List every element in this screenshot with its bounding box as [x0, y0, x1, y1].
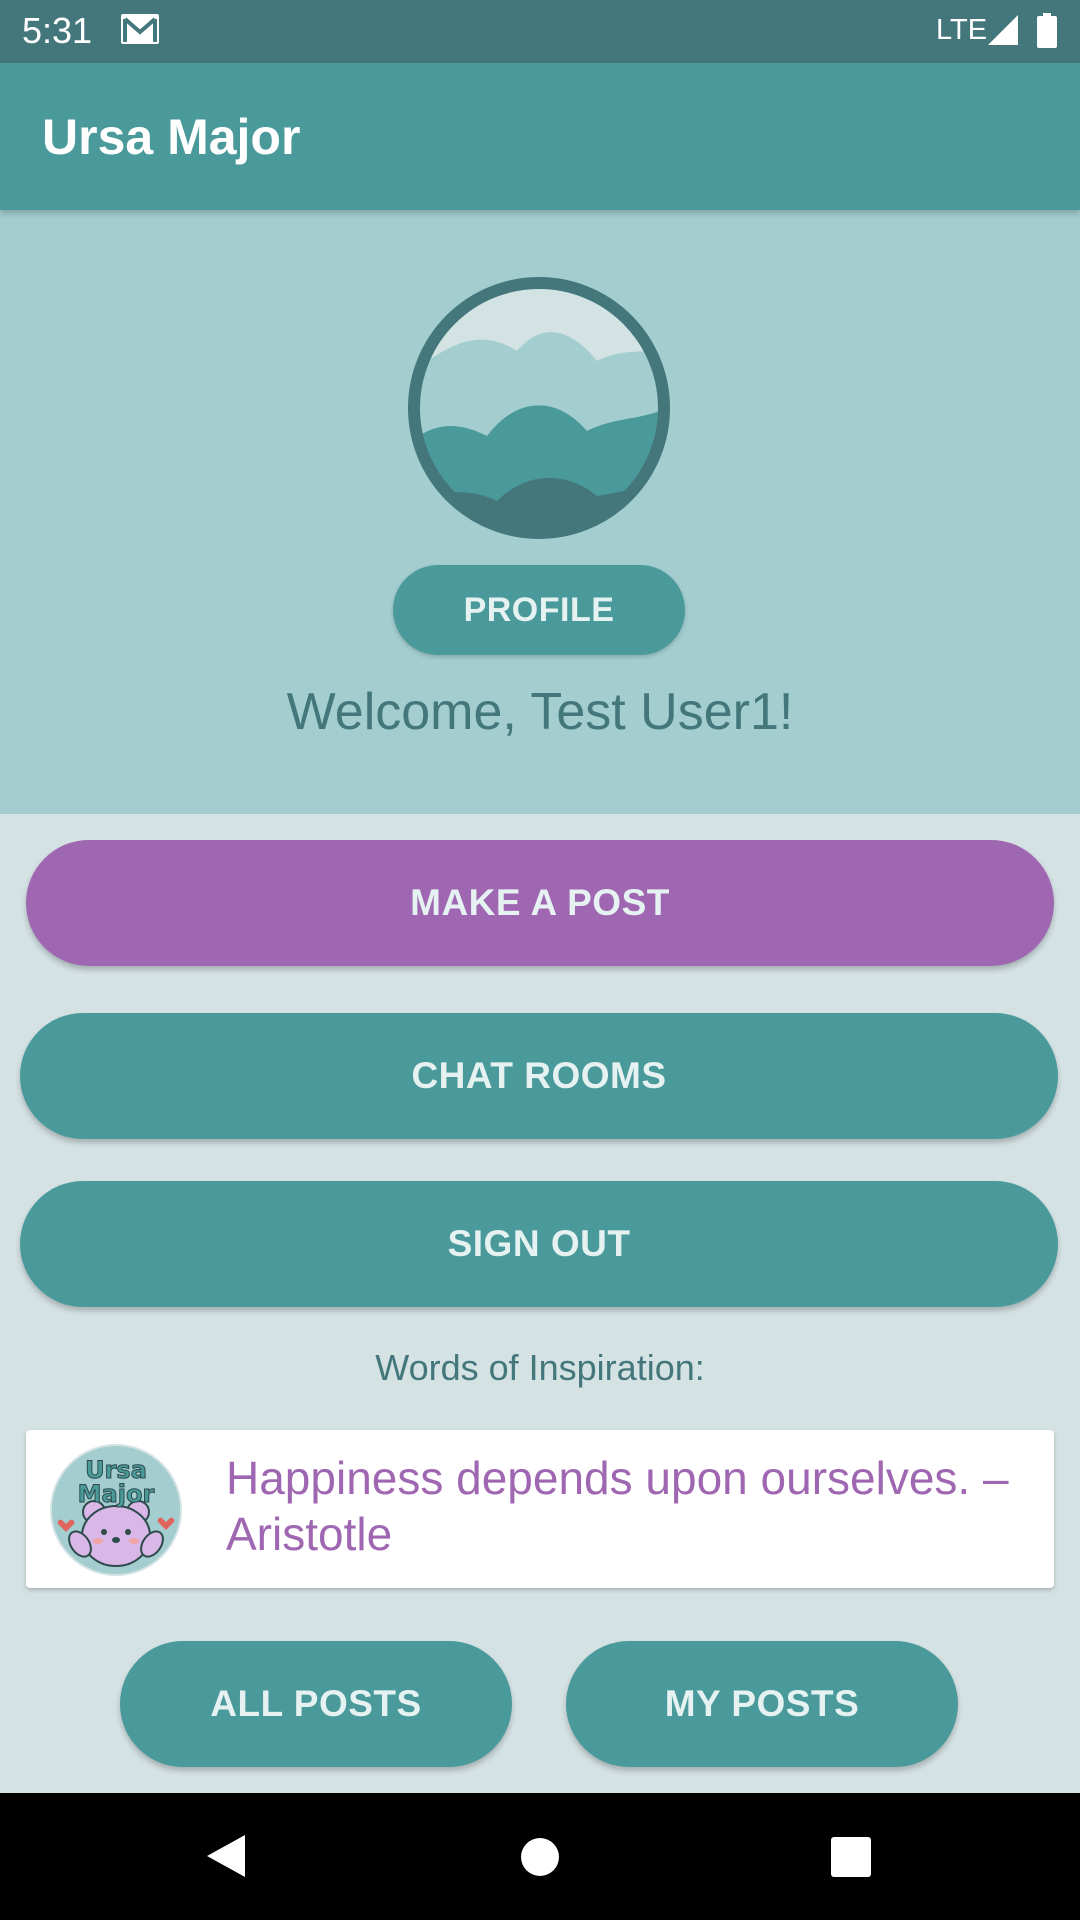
- all-posts-button[interactable]: ALL POSTS: [120, 1641, 512, 1767]
- app-bar: Ursa Major: [0, 63, 1080, 210]
- network-type-label: LTE: [936, 14, 988, 46]
- profile-button[interactable]: PROFILE: [393, 565, 685, 655]
- welcome-message: Welcome, Test User1!: [286, 683, 794, 741]
- home-icon[interactable]: [519, 1836, 561, 1883]
- recents-icon[interactable]: [830, 1836, 872, 1883]
- inspiration-label: Words of Inspiration:: [375, 1347, 705, 1388]
- app-title: Ursa Major: [42, 109, 301, 165]
- gmail-icon: [120, 12, 160, 51]
- my-posts-button[interactable]: MY POSTS: [566, 1641, 958, 1767]
- status-bar: 5:31 LTE: [0, 0, 1080, 63]
- system-nav-bar: [0, 1793, 1080, 1920]
- signal-icon: [986, 13, 1020, 52]
- quote-card: Ursa Major Happiness depends upon oursel…: [26, 1430, 1054, 1588]
- chat-rooms-button[interactable]: CHAT ROOMS: [20, 1013, 1058, 1139]
- battery-icon: [1036, 13, 1058, 54]
- svg-text:Major: Major: [78, 1480, 155, 1508]
- landscape-avatar-icon: [407, 276, 671, 540]
- profile-header: PROFILE Welcome, Test User1!: [0, 210, 1080, 814]
- back-icon[interactable]: [205, 1833, 247, 1884]
- ursa-major-bear-logo: Ursa Major: [50, 1444, 182, 1576]
- sign-out-button[interactable]: SIGN OUT: [20, 1181, 1058, 1307]
- make-post-button[interactable]: MAKE A POST: [26, 840, 1054, 966]
- quote-text: Happiness depends upon ourselves. – Aris…: [226, 1452, 1009, 1560]
- status-time: 5:31: [22, 10, 93, 51]
